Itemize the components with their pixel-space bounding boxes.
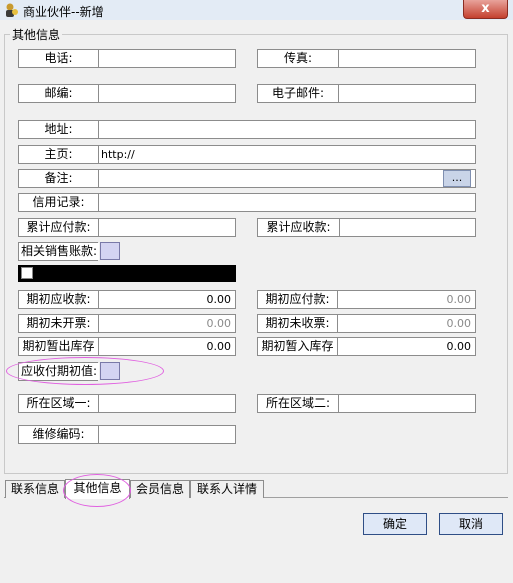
address-label: 地址: (19, 121, 99, 138)
region-one-input[interactable] (99, 395, 235, 412)
black-bar (18, 265, 236, 282)
region-two-field[interactable]: 所在区域二: (257, 394, 476, 413)
opening-unreceived-invoice-label: 期初未收票: (258, 315, 338, 332)
remark-input[interactable] (99, 170, 441, 187)
opening-receivable-label: 期初应收款: (19, 291, 99, 308)
opening-temp-out-stock-label: 期初暂出库存 (19, 338, 99, 355)
total-receivable-label: 累计应收款: (258, 219, 340, 236)
fax-label: 传真: (258, 50, 339, 67)
tab-member-info[interactable]: 会员信息 (130, 480, 190, 498)
repair-code-field[interactable]: 维修编码: (18, 425, 236, 444)
email-input[interactable] (339, 85, 475, 102)
fax-input[interactable] (339, 50, 475, 67)
remark-more-button[interactable]: ... (443, 170, 471, 187)
credit-record-input[interactable] (99, 194, 475, 211)
related-sales-account-field: 相关销售账款: (18, 242, 99, 261)
opening-uninvoiced-label: 期初未开票: (19, 315, 99, 332)
window-title: 商业伙伴--新增 (23, 5, 104, 19)
fax-field[interactable]: 传真: (257, 49, 476, 68)
credit-record-field[interactable]: 信用记录: (18, 193, 476, 212)
region-two-input[interactable] (339, 395, 475, 412)
total-receivable-input[interactable] (340, 219, 475, 236)
remark-field[interactable]: 备注: (18, 169, 476, 188)
homepage-field[interactable]: 主页: http:// (18, 145, 476, 164)
related-sales-account-picker[interactable] (100, 242, 120, 260)
opening-temp-out-stock-field[interactable]: 期初暂出库存 0.00 (18, 337, 236, 356)
opening-receivable-input[interactable]: 0.00 (99, 291, 235, 308)
region-one-label: 所在区域一: (19, 395, 99, 412)
region-two-label: 所在区域二: (258, 395, 339, 412)
opening-receivable-field[interactable]: 期初应收款: 0.00 (18, 290, 236, 309)
checkbox[interactable] (21, 267, 33, 279)
opening-uninvoiced-field[interactable]: 期初未开票: 0.00 (18, 314, 236, 333)
opening-temp-out-stock-input[interactable]: 0.00 (99, 338, 235, 355)
opening-uninvoiced-input[interactable]: 0.00 (99, 315, 235, 332)
opening-temp-in-stock-input[interactable]: 0.00 (338, 338, 475, 355)
repair-code-label: 维修编码: (19, 426, 99, 443)
opening-payable-field[interactable]: 期初应付款: 0.00 (257, 290, 476, 309)
homepage-label: 主页: (19, 146, 99, 163)
region-one-field[interactable]: 所在区域一: (18, 394, 236, 413)
tab-highlight-ellipse (63, 474, 131, 507)
tab-contact-details[interactable]: 联系人详情 (190, 480, 264, 498)
group-legend: 其他信息 (10, 26, 63, 43)
phone-field[interactable]: 电话: (18, 49, 236, 68)
repair-code-input[interactable] (99, 426, 235, 443)
phone-label: 电话: (19, 50, 99, 67)
opening-unreceived-invoice-input[interactable]: 0.00 (338, 315, 475, 332)
total-payable-input[interactable] (99, 219, 235, 236)
total-receivable-field[interactable]: 累计应收款: (257, 218, 476, 237)
credit-record-label: 信用记录: (19, 194, 99, 211)
cancel-button[interactable]: 取消 (439, 513, 503, 535)
opening-unreceived-invoice-field[interactable]: 期初未收票: 0.00 (257, 314, 476, 333)
total-payable-field[interactable]: 累计应付款: (18, 218, 236, 237)
opening-payable-input[interactable]: 0.00 (338, 291, 475, 308)
zip-field[interactable]: 邮编: (18, 84, 236, 103)
email-label: 电子邮件: (258, 85, 339, 102)
zip-input[interactable] (99, 85, 235, 102)
highlight-ellipse (6, 357, 164, 385)
opening-payable-label: 期初应付款: (258, 291, 338, 308)
related-sales-account-label: 相关销售账款: (19, 243, 99, 260)
phone-input[interactable] (99, 50, 235, 67)
address-field[interactable]: 地址: (18, 120, 476, 139)
opening-temp-in-stock-label: 期初暂入库存 (258, 338, 338, 355)
zip-label: 邮编: (19, 85, 99, 102)
tab-contact-info[interactable]: 联系信息 (5, 480, 65, 498)
ok-button[interactable]: 确定 (363, 513, 427, 535)
remark-label: 备注: (19, 170, 99, 187)
address-input[interactable] (99, 121, 475, 138)
homepage-input[interactable]: http:// (99, 146, 475, 163)
opening-temp-in-stock-field[interactable]: 期初暂入库存 0.00 (257, 337, 476, 356)
total-payable-label: 累计应付款: (19, 219, 99, 236)
app-icon (4, 2, 20, 18)
close-button[interactable]: x (463, 0, 508, 19)
email-field[interactable]: 电子邮件: (257, 84, 476, 103)
